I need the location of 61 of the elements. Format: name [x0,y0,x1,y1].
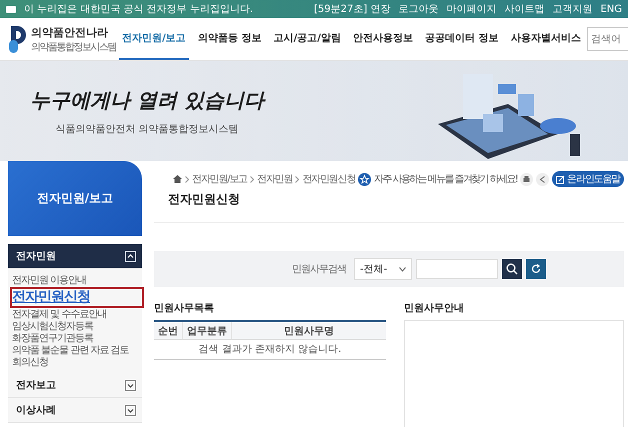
list-title: 민원사무목록 [154,302,215,315]
sidebar-item[interactable]: 의약품 불순물 관련 자료 검토 [12,345,142,357]
column-header: 민원사무명 [283,324,335,338]
search-button[interactable] [502,259,522,279]
top-link[interactable]: 사이트맵 [504,2,544,16]
nav-tab[interactable]: 의약품등 정보 [194,18,264,60]
nav-tab[interactable]: 사용자별서비스 [508,18,584,60]
sidebar-group-header[interactable]: 전자보고 [8,373,142,398]
gov-notice: 이 누리집은 대한민국 공식 전자정부 누리집입니다. [24,3,254,16]
favorite-hint: 자주 사용하는 메뉴를 즐겨찾기 하세요! [374,173,518,186]
info-title: 민원사무안내 [404,302,465,315]
breadcrumb-link[interactable]: 전자민원신청 [302,172,356,186]
column-header: 업무분류 [183,322,232,339]
keyword-field[interactable] [416,259,498,279]
chevron-icon [250,176,254,182]
star-icon[interactable] [358,172,372,186]
column-header: 순번 [154,322,183,339]
top-link[interactable]: 로그아웃 [398,2,438,16]
banner-slogan: 누구에게나 열려 있습니다 [30,86,264,114]
chevron-icon [125,380,136,390]
sidebar-group-header[interactable]: 전자민원 [8,244,142,269]
breadcrumb-link[interactable]: 전자민원/보고 [192,172,248,186]
chevron-icon [185,176,190,182]
sidebar-item[interactable]: 전자결제 및 수수료안내 [12,309,142,321]
session-extend-link[interactable]: [59분27초] 연장 [314,2,390,16]
search-label: 민원사무검색 [292,263,346,276]
page-title: 전자민원신청 [154,189,624,223]
logo-subtitle: 의약품통합정보시스템 [31,40,116,54]
chevron-icon [125,404,136,416]
breadcrumb-link[interactable]: 전자민원 [257,172,292,186]
edit-icon [556,174,566,184]
top-link[interactable]: 마이페이지 [446,2,496,16]
sidebar-group-header[interactable]: 이상사례 [8,398,142,423]
nav-tab[interactable]: 안전사용정보 [350,18,416,60]
sidebar-title: 전자민원/보고 [36,190,114,207]
sidebar-item[interactable]: 화장품연구기관등록 [12,333,142,345]
logo-title[interactable]: 의약품안전나라 [31,24,116,40]
top-link[interactable]: 고객지원 [552,2,592,16]
top-link[interactable]: ENG [600,4,622,14]
chevron-icon [295,176,300,182]
search-icon [506,263,518,275]
caret-icon [399,266,406,272]
flag-icon [6,6,16,12]
logo-icon[interactable] [8,24,28,54]
sidebar-item[interactable]: 전자민원 이용안내 [12,275,142,287]
sidebar-item[interactable]: 전자민원신청 [12,289,142,306]
nav-tab[interactable]: 공공데이터 정보 [422,18,502,60]
refresh-icon [530,263,542,275]
category-dropdown[interactable]: -전체- [354,258,412,280]
share-icon[interactable] [536,172,550,186]
sidebar-item[interactable]: 임상시험신청자등록 [12,321,142,333]
chevron-icon [125,250,136,262]
sidebar-item[interactable]: 회의신청 [12,357,142,369]
nav-tab[interactable]: 고시/공고/알림 [270,18,344,60]
help-button[interactable]: 온라인도움말 [552,171,624,187]
search-field[interactable]: 검색어 [587,27,628,51]
empty-message: 검색 결과가 존재하지 않습니다. [154,340,386,360]
print-icon[interactable] [520,172,534,186]
reset-button[interactable] [526,259,546,279]
home-icon[interactable] [173,175,182,183]
banner-subtitle: 식품의약품안전처 의약품통합정보시스템 [55,122,239,136]
